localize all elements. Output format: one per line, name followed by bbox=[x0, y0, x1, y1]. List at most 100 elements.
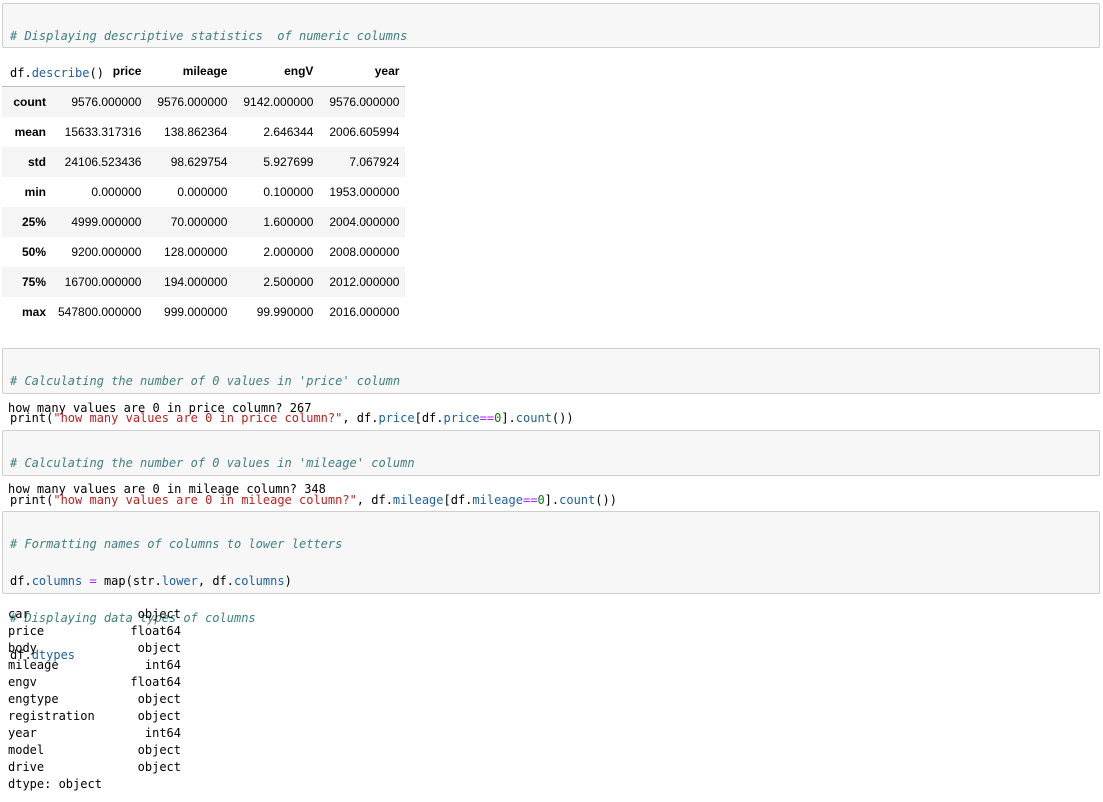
table-cell: 2012.000000 bbox=[329, 275, 400, 289]
cell-output-price-zeros: how many values are 0 in price column? 2… bbox=[8, 401, 312, 415]
dtype-value: float64 bbox=[130, 675, 181, 689]
dtype-value: int64 bbox=[144, 726, 181, 740]
table-cell: 2006.605994 bbox=[329, 125, 400, 139]
table-cell: 16700.000000 bbox=[64, 275, 142, 289]
code-operator: = bbox=[82, 574, 104, 589]
table-cell: 2008.000000 bbox=[329, 245, 400, 259]
code-number: 0 bbox=[537, 493, 545, 508]
table-cell: 0.100000 bbox=[263, 185, 314, 199]
table-cell: 1.600000 bbox=[263, 215, 314, 229]
index-header bbox=[2, 56, 52, 87]
table-cell: 98.629754 bbox=[170, 155, 228, 169]
dtype-value: object bbox=[137, 641, 181, 655]
table-cell: 9576.000000 bbox=[157, 95, 228, 109]
code-cell-dtypes[interactable]: # Formatting names of columns to lower l… bbox=[2, 511, 1100, 662]
dtype-row: price float64 bbox=[8, 623, 181, 640]
code-comment: # Displaying descriptive statistics of n… bbox=[10, 29, 408, 44]
dtype-value: object bbox=[137, 743, 181, 757]
dtype-row: year int64 bbox=[8, 725, 181, 742]
code-line: df.columns = map(str.lower, df.columns) bbox=[10, 572, 1092, 590]
code-token: price bbox=[378, 411, 415, 426]
code-token: [df. bbox=[414, 411, 444, 426]
dtype-column-name: registration bbox=[8, 709, 95, 723]
column-header: year bbox=[319, 56, 406, 87]
row-label: 25% bbox=[21, 215, 46, 229]
code-token: count bbox=[515, 411, 552, 426]
table-cell: 138.862364 bbox=[164, 125, 228, 139]
code-token: map(str. bbox=[103, 574, 162, 589]
dtype-row: mileage int64 bbox=[8, 657, 181, 674]
dtype-footer: dtype: object bbox=[8, 776, 181, 793]
code-token: mileage bbox=[472, 493, 523, 508]
code-token: count bbox=[559, 493, 596, 508]
dtype-footer-text: dtype: object bbox=[8, 777, 102, 791]
table-cell: 99.990000 bbox=[256, 305, 314, 319]
row-label: count bbox=[13, 95, 46, 109]
table-cell: 7.067924 bbox=[349, 155, 400, 169]
column-header: price bbox=[52, 56, 148, 87]
code-token: ]. bbox=[501, 411, 516, 426]
table-cell: 2004.000000 bbox=[329, 215, 400, 229]
table-cell: 0.000000 bbox=[91, 185, 142, 199]
code-token: ()) bbox=[595, 493, 617, 508]
code-token: columns bbox=[31, 574, 83, 589]
column-header: engV bbox=[233, 56, 320, 87]
code-cell-price-zeros[interactable]: # Calculating the number of 0 values in … bbox=[2, 348, 1100, 425]
code-token: [df. bbox=[443, 493, 473, 508]
table-cell: 4999.000000 bbox=[71, 215, 142, 229]
dtype-value: object bbox=[137, 692, 181, 706]
table-cell: 24106.523436 bbox=[64, 155, 142, 169]
row-label: 75% bbox=[21, 275, 46, 289]
table-cell: 2016.000000 bbox=[329, 305, 400, 319]
dtype-row: registration object bbox=[8, 708, 181, 725]
code-token: price bbox=[443, 411, 480, 426]
dtype-column-name: year bbox=[8, 726, 37, 740]
table-cell: 547800.000000 bbox=[58, 305, 142, 319]
table-cell: 2.000000 bbox=[263, 245, 314, 259]
table-cell: 15633.317316 bbox=[64, 125, 142, 139]
dtype-row: body object bbox=[8, 640, 181, 657]
row-label: max bbox=[21, 305, 46, 319]
code-token: ]. bbox=[544, 493, 560, 508]
table-header-row: price mileage engV year bbox=[2, 56, 406, 87]
table-row: max 547800.000000 999.000000 99.990000 2… bbox=[2, 297, 406, 327]
dtype-row: car object bbox=[8, 606, 181, 623]
dtype-column-name: engtype bbox=[8, 692, 59, 706]
table-cell: 128.000000 bbox=[164, 245, 228, 259]
table-cell: 5.927699 bbox=[263, 155, 314, 169]
row-label: min bbox=[24, 185, 46, 199]
column-header: mileage bbox=[147, 56, 234, 87]
code-token: , df. bbox=[197, 574, 234, 589]
table-row: 50% 9200.000000 128.000000 2.000000 2008… bbox=[2, 237, 406, 267]
code-cell-mileage-zeros[interactable]: # Calculating the number of 0 values in … bbox=[2, 430, 1100, 507]
table-row: 75% 16700.000000 194.000000 2.500000 201… bbox=[2, 267, 406, 297]
code-token: columns bbox=[234, 574, 285, 589]
dtype-value: int64 bbox=[144, 658, 181, 672]
dtype-value: object bbox=[137, 709, 181, 723]
code-comment: # Formatting names of columns to lower l… bbox=[10, 537, 343, 552]
code-token: , df. bbox=[356, 493, 393, 508]
dtype-column-name: model bbox=[8, 743, 45, 757]
dtype-column-name: mileage bbox=[8, 658, 59, 672]
dtype-value: object bbox=[137, 607, 181, 621]
table-row: min 0.000000 0.000000 0.100000 1953.0000… bbox=[2, 177, 406, 207]
dtype-row: engtype object bbox=[8, 691, 181, 708]
table-cell: 9200.000000 bbox=[71, 245, 142, 259]
code-cell-describe[interactable]: # Displaying descriptive statistics of n… bbox=[2, 3, 1100, 80]
code-token: df. bbox=[10, 574, 32, 589]
dtype-column-name: drive bbox=[8, 760, 45, 774]
code-token: , df. bbox=[342, 411, 379, 426]
dtype-column-name: body bbox=[8, 641, 37, 655]
table-row: 25% 4999.000000 70.000000 1.600000 2004.… bbox=[2, 207, 406, 237]
table-cell: 2.646344 bbox=[263, 125, 314, 139]
dtype-column-name: price bbox=[8, 624, 45, 638]
code-token: ()) bbox=[551, 411, 574, 426]
dtype-column-name: car bbox=[8, 607, 30, 621]
table-cell: 9142.000000 bbox=[243, 95, 314, 109]
code-token: ) bbox=[284, 574, 292, 589]
table-cell: 1953.000000 bbox=[329, 185, 400, 199]
cell-output-dtypes: car object price float64 body object mileag… bbox=[8, 606, 181, 793]
cell-output-mileage-zeros: how many values are 0 in mileage column?… bbox=[8, 482, 326, 496]
dtype-column-name: engv bbox=[8, 675, 37, 689]
row-label: std bbox=[28, 155, 46, 169]
